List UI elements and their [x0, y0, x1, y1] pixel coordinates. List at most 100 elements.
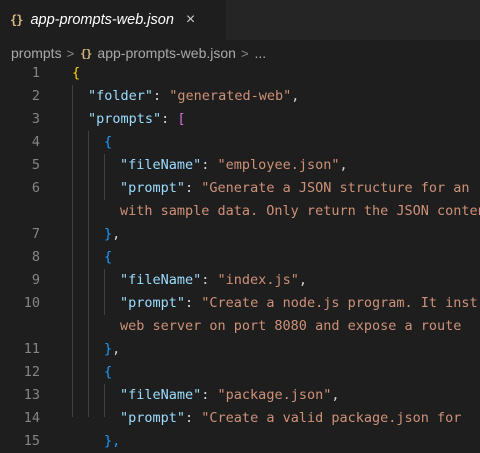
code-text: "prompt": "Create a valid package.json f… — [120, 407, 461, 430]
code-token: , — [298, 272, 307, 288]
code-token: { — [104, 134, 113, 150]
code-text: "prompts": [ — [88, 108, 186, 131]
json-file-icon: {} — [80, 46, 92, 60]
code-line: with sample data. Only return the JSON c… — [0, 200, 480, 223]
code-token: "Create a valid package.json for — [201, 410, 462, 426]
close-icon[interactable]: × — [186, 11, 195, 29]
line-number: 14 — [23, 410, 40, 426]
code-text: { — [72, 62, 80, 85]
breadcrumb-more[interactable]: ... — [255, 45, 267, 61]
code-line: 9 "fileName": "index.js", — [0, 269, 480, 292]
code-text: { — [104, 361, 112, 384]
code-token: "Create a node.js program. It inst — [201, 295, 478, 311]
line-number: 1 — [31, 65, 40, 81]
code-token: , — [112, 341, 121, 357]
chevron-right-icon: > — [240, 45, 249, 61]
line-number: 11 — [23, 341, 40, 357]
code-text: }, — [104, 223, 120, 246]
tab-bar: {} app-prompts-web.json × — [0, 0, 480, 40]
code-token: { — [104, 249, 113, 265]
code-text: web server on port 8080 and expose a rou… — [120, 315, 461, 338]
code-token: "index.js" — [217, 272, 299, 288]
line-number: 7 — [31, 226, 40, 242]
code-text: "folder": "generated-web", — [88, 85, 299, 108]
code-token: "prompt" — [120, 180, 186, 196]
line-number: 3 — [31, 111, 40, 127]
code-text: "prompt": "Create a node.js program. It … — [120, 292, 478, 315]
tab-title: app-prompts-web.json — [30, 12, 174, 28]
code-token: : — [161, 111, 178, 127]
code-line: 3 "prompts": [ — [0, 108, 480, 131]
code-token: } — [104, 226, 113, 242]
code-token: : — [185, 410, 202, 426]
breadcrumb-folder[interactable]: prompts — [11, 45, 62, 61]
line-number: 8 — [31, 249, 40, 265]
code-text: "fileName": "package.json", — [120, 384, 339, 407]
code-line: 1{ — [0, 62, 480, 85]
code-line: 11}, — [0, 338, 480, 361]
code-line: 14 "prompt": "Create a valid package.json… — [0, 407, 480, 430]
breadcrumb-file[interactable]: app-prompts-web.json — [97, 45, 236, 61]
code-token: "prompts" — [88, 111, 162, 127]
code-token: "prompt" — [120, 295, 186, 311]
line-number: 10 — [23, 295, 40, 311]
code-line: 7}, — [0, 223, 480, 246]
code-token: { — [104, 364, 113, 380]
code-text: }, — [104, 338, 120, 361]
code-token: "Generate a JSON structure for an — [201, 180, 470, 196]
code-token: }, — [104, 433, 121, 449]
editor-tab-app-prompts-web[interactable]: {} app-prompts-web.json × — [0, 0, 226, 40]
code-token: : — [185, 295, 202, 311]
code-text: { — [104, 131, 112, 154]
code-line: 13 "fileName": "package.json", — [0, 384, 480, 407]
line-number: 4 — [31, 134, 40, 150]
code-token: , — [331, 387, 340, 403]
code-line: 8{ — [0, 246, 480, 269]
code-line: 6 "prompt": "Generate a JSON structure fo… — [0, 177, 480, 200]
code-token: { — [72, 65, 81, 81]
code-text: with sample data. Only return the JSON c… — [120, 200, 480, 223]
code-text: { — [104, 246, 112, 269]
code-line: 2 "folder": "generated-web", — [0, 85, 480, 108]
code-token: } — [104, 341, 113, 357]
code-token: "prompt" — [120, 410, 186, 426]
code-editor[interactable]: 1{2 "folder": "generated-web", 3 "prompts":… — [0, 62, 480, 449]
line-number: 6 — [31, 180, 40, 196]
code-token: [ — [177, 111, 186, 127]
code-token: "fileName" — [120, 272, 202, 288]
code-token: "package.json" — [217, 387, 332, 403]
json-file-icon: {} — [10, 13, 23, 27]
code-token: "employee.json" — [217, 157, 340, 173]
code-token: , — [339, 157, 348, 173]
code-token: , — [291, 88, 300, 104]
line-number: 9 — [31, 272, 40, 288]
code-token: : — [153, 88, 170, 104]
line-number: 2 — [31, 88, 40, 104]
line-number: 15 — [23, 433, 40, 449]
code-line: web server on port 8080 and expose a rou… — [0, 315, 480, 338]
code-token: "generated-web" — [169, 88, 292, 104]
code-line: 10 "prompt": "Create a node.js program. I… — [0, 292, 480, 315]
line-number: 13 — [23, 387, 40, 403]
code-token: "fileName" — [120, 157, 202, 173]
line-number: 5 — [31, 157, 40, 173]
code-token: : — [185, 180, 202, 196]
code-line: 15}, — [0, 430, 480, 453]
code-line: 5 "fileName": "employee.json", — [0, 154, 480, 177]
code-text: "prompt": "Generate a JSON structure for… — [120, 177, 470, 200]
code-token: : — [201, 272, 218, 288]
line-number: 12 — [23, 364, 40, 380]
code-line: 4{ — [0, 131, 480, 154]
code-token: web server on port 8080 and expose a rou… — [120, 318, 462, 334]
code-token: "fileName" — [120, 387, 202, 403]
code-token: with sample data. Only return the JSON c… — [120, 203, 480, 219]
chevron-right-icon: > — [66, 45, 75, 61]
code-text: }, — [104, 430, 120, 453]
code-line: 12 { — [0, 361, 480, 384]
code-token: : — [201, 157, 218, 173]
code-token: , — [112, 226, 121, 242]
code-token: "folder" — [88, 88, 154, 104]
code-text: "fileName": "employee.json", — [120, 154, 348, 177]
code-text: "fileName": "index.js", — [120, 269, 307, 292]
code-token: : — [201, 387, 218, 403]
